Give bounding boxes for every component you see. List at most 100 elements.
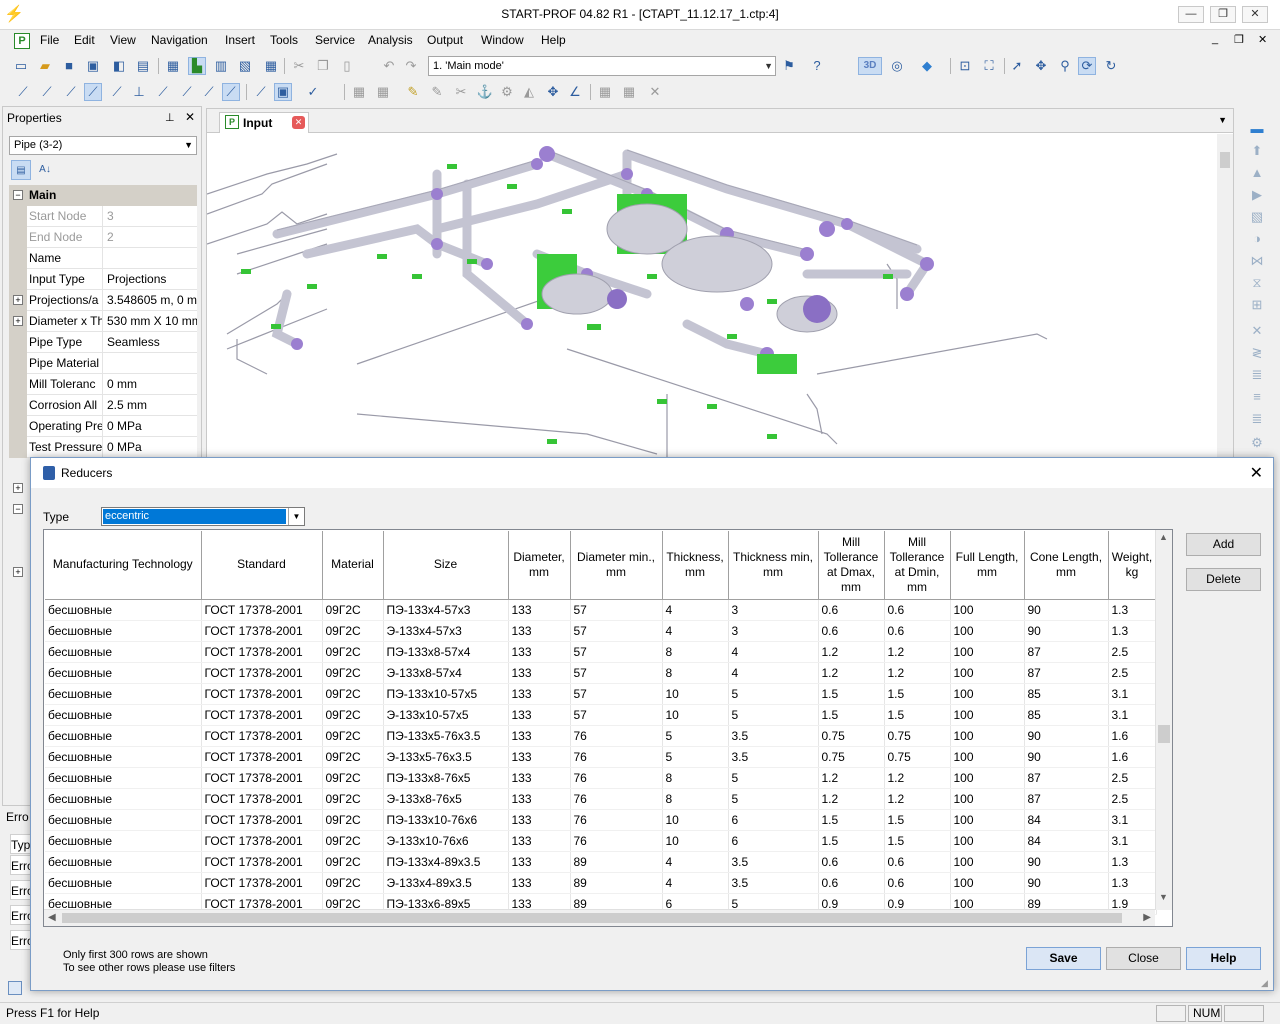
bend-tool-icon[interactable]: ⟋ bbox=[38, 83, 56, 101]
table-cell[interactable]: 87 bbox=[1024, 662, 1109, 684]
table-cell[interactable]: 09Г2С bbox=[322, 662, 384, 684]
table-cell[interactable]: ГОСТ 17378-2001 bbox=[201, 641, 323, 663]
table-cell[interactable]: 100 bbox=[950, 704, 1025, 726]
table-cell[interactable]: 5 bbox=[728, 788, 819, 810]
sort-az-icon[interactable]: A↓ bbox=[35, 160, 55, 180]
table-cell[interactable]: 133 bbox=[508, 851, 571, 873]
property-value[interactable]: 3 bbox=[105, 206, 197, 227]
menu-output[interactable]: Output bbox=[427, 33, 463, 47]
table-cell[interactable]: 100 bbox=[950, 788, 1025, 810]
table-cell[interactable]: 100 bbox=[950, 872, 1025, 894]
delete-button[interactable]: Delete bbox=[1186, 568, 1261, 591]
table-cell[interactable]: ГОСТ 17378-2001 bbox=[201, 830, 323, 852]
table-cell[interactable]: 0.6 bbox=[884, 620, 951, 642]
table-cell[interactable]: 133 bbox=[508, 599, 571, 621]
table-cell[interactable]: 133 bbox=[508, 746, 571, 768]
table-cell[interactable]: 1.5 bbox=[818, 809, 885, 831]
table-cell[interactable]: 133 bbox=[508, 767, 571, 789]
help-pointer-icon[interactable]: ? bbox=[808, 57, 826, 75]
table-cell[interactable]: 84 bbox=[1024, 830, 1109, 852]
table-cell[interactable]: 1.5 bbox=[884, 683, 951, 705]
property-value[interactable]: Seamless bbox=[105, 332, 197, 353]
refresh-icon[interactable]: ↻ bbox=[1102, 57, 1120, 75]
property-value[interactable]: 2.5 mm bbox=[105, 395, 197, 416]
column-header[interactable]: Thickness min, mm bbox=[728, 531, 819, 600]
property-row[interactable]: Input Type Projections bbox=[9, 269, 197, 290]
property-section-main[interactable]: − Main bbox=[9, 185, 197, 206]
table-cell[interactable]: 09Г2С bbox=[322, 704, 384, 726]
joint-icon[interactable]: ⊞ bbox=[1248, 296, 1266, 314]
scroll-right-icon[interactable]: ▶ bbox=[1143, 912, 1151, 923]
tee-icon[interactable]: ◑ bbox=[1248, 230, 1266, 248]
table-cell[interactable]: 90 bbox=[1024, 872, 1109, 894]
wand-icon[interactable]: ✎ bbox=[404, 83, 422, 101]
document-icon[interactable]: P bbox=[14, 33, 30, 49]
table-cell[interactable]: 57 bbox=[570, 704, 663, 726]
table-cell[interactable]: 1.5 bbox=[818, 830, 885, 852]
table-cell[interactable]: ГОСТ 17378-2001 bbox=[201, 704, 323, 726]
table-cell[interactable]: 100 bbox=[950, 599, 1025, 621]
table-cell[interactable]: 100 bbox=[950, 746, 1025, 768]
table-row[interactable]: бесшовные ГОСТ 17378-2001 09Г2С ПЭ-133x4-57… bbox=[45, 599, 1157, 621]
column-header[interactable]: Diameter, mm bbox=[508, 531, 571, 600]
table-cell[interactable]: 0.6 bbox=[884, 599, 951, 621]
table-cell[interactable]: 100 bbox=[950, 830, 1025, 852]
table-cell[interactable]: 3 bbox=[728, 620, 819, 642]
table-cell[interactable]: 1.5 bbox=[884, 704, 951, 726]
copy-icon[interactable]: ❐ bbox=[314, 57, 332, 75]
table-cell[interactable]: 0.75 bbox=[818, 746, 885, 768]
table-cell[interactable]: 6 bbox=[728, 830, 819, 852]
property-value[interactable]: 3.548605 m, 0 m, bbox=[105, 290, 197, 311]
menu-tools[interactable]: Tools bbox=[270, 33, 298, 47]
valve-icon[interactable]: ⋈ bbox=[1248, 252, 1266, 270]
insert-node-icon[interactable]: ▦ bbox=[350, 83, 368, 101]
table-cell[interactable]: 90 bbox=[1024, 725, 1109, 747]
table-cell[interactable]: 133 bbox=[508, 662, 571, 684]
valve-tool-icon[interactable]: ⟋ bbox=[108, 83, 126, 101]
categorized-icon[interactable]: ▤ bbox=[11, 160, 31, 180]
spring-icon[interactable]: ≷ bbox=[1248, 344, 1266, 362]
collapse-icon[interactable]: − bbox=[13, 190, 23, 200]
dialog-close-icon[interactable]: ✕ bbox=[1250, 463, 1263, 483]
property-row[interactable]: Pipe Type Seamless bbox=[9, 332, 197, 353]
table-cell[interactable]: 57 bbox=[570, 683, 663, 705]
flange-icon[interactable]: ⧖ bbox=[1248, 274, 1266, 292]
table-cell[interactable]: 3.1 bbox=[1108, 704, 1157, 726]
table-cell[interactable]: 1.2 bbox=[884, 641, 951, 663]
pan-icon[interactable]: ✥ bbox=[1032, 57, 1050, 75]
table-cell[interactable]: 4 bbox=[662, 872, 729, 894]
table-cell[interactable]: ГОСТ 17378-2001 bbox=[201, 725, 323, 747]
table-cell[interactable]: 3.5 bbox=[728, 746, 819, 768]
table-cell[interactable]: 133 bbox=[508, 620, 571, 642]
table-cell[interactable]: 6 bbox=[728, 809, 819, 831]
ungroup-icon[interactable]: ▦ bbox=[620, 83, 638, 101]
split-icon[interactable]: ▦ bbox=[374, 83, 392, 101]
table-cell[interactable]: 09Г2С bbox=[322, 641, 384, 663]
table-cell[interactable]: 89 bbox=[570, 872, 663, 894]
table-cell[interactable]: бесшовные bbox=[45, 704, 202, 726]
table-cell[interactable]: бесшовные bbox=[45, 683, 202, 705]
table-cell[interactable]: 09Г2С bbox=[322, 872, 384, 894]
table-cell[interactable]: 0.75 bbox=[818, 725, 885, 747]
table-cell[interactable]: 1.3 bbox=[1108, 599, 1157, 621]
table-cell[interactable]: Э-133x5-76x3.5 bbox=[383, 746, 509, 768]
table-cell[interactable]: 3.5 bbox=[728, 725, 819, 747]
table-cell[interactable]: Э-133x4-57x3 bbox=[383, 620, 509, 642]
arrow-up-icon[interactable]: ⬆ bbox=[1248, 142, 1266, 160]
table-cell[interactable]: ГОСТ 17378-2001 bbox=[201, 746, 323, 768]
table-cell[interactable]: 09Г2С bbox=[322, 809, 384, 831]
table-cell[interactable]: 133 bbox=[508, 704, 571, 726]
table-row[interactable]: бесшовные ГОСТ 17378-2001 09Г2С Э-133x10-57… bbox=[45, 704, 1157, 726]
table-cell[interactable]: 2.5 bbox=[1108, 767, 1157, 789]
table-cell[interactable]: 0.75 bbox=[884, 746, 951, 768]
table-cell[interactable]: 57 bbox=[570, 662, 663, 684]
table-cell[interactable]: ГОСТ 17378-2001 bbox=[201, 809, 323, 831]
table-cell[interactable]: 3.5 bbox=[728, 872, 819, 894]
expand-icon[interactable]: + bbox=[13, 567, 23, 577]
column-header[interactable]: Weight, kg bbox=[1108, 531, 1157, 600]
table-cell[interactable]: 09Г2С bbox=[322, 788, 384, 810]
table-cell[interactable]: 76 bbox=[570, 809, 663, 831]
table-row[interactable]: бесшовные ГОСТ 17378-2001 09Г2С Э-133x5-76x… bbox=[45, 746, 1157, 768]
table-cell[interactable]: 87 bbox=[1024, 641, 1109, 663]
table-cell[interactable]: бесшовные bbox=[45, 599, 202, 621]
